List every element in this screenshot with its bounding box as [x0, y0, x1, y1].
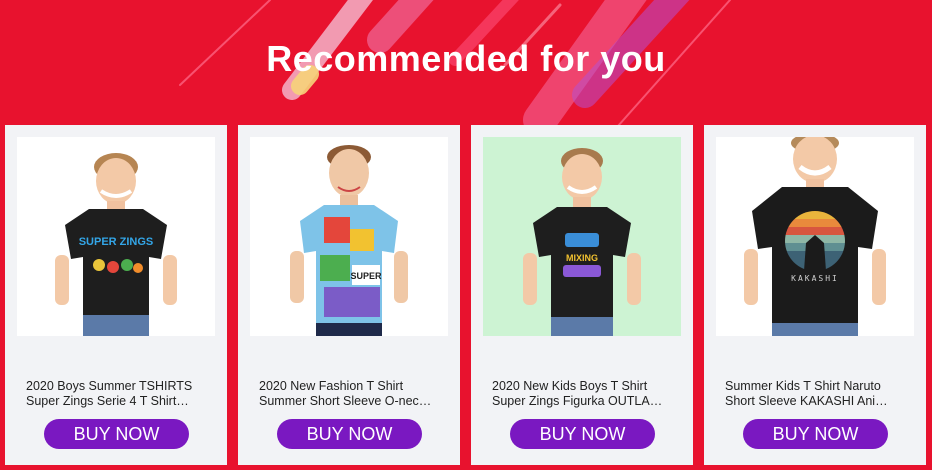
product-image[interactable]: SUPER ZINGS	[17, 137, 215, 336]
product-card[interactable]: SUPER ZINGS 2020 Boys Summer TSHIRTS Sup…	[5, 125, 227, 465]
product-name[interactable]: Summer Kids T Shirt Naruto Short Sleeve …	[725, 379, 910, 409]
boy-black-tshirt-superzings-icon: SUPER ZINGS	[55, 153, 177, 336]
boy-black-tshirt-mixing-icon: MIXING	[523, 148, 641, 336]
boy-black-tshirt-kakashi-icon: KAKASHI	[744, 137, 886, 336]
buy-now-button[interactable]: BUY NOW	[44, 419, 189, 449]
product-card[interactable]: MIXING 2020 New Kids Boys T Shirt Super …	[471, 125, 693, 465]
product-card[interactable]: SUPER 2020 New Fashion T Shirt Summer Sh…	[238, 125, 460, 465]
product-grid: SUPER ZINGS 2020 Boys Summer TSHIRTS Sup…	[5, 125, 927, 465]
boy-printed-tshirt-icon: SUPER	[290, 145, 408, 336]
section-title: Recommended for you	[266, 38, 666, 79]
recommended-banner: Recommended for you SUPER ZINGS 2020 Boy…	[0, 0, 932, 470]
product-image[interactable]: SUPER	[250, 137, 448, 336]
product-image[interactable]: MIXING	[483, 137, 681, 336]
product-name[interactable]: 2020 Boys Summer TSHIRTS Super Zings Ser…	[26, 379, 211, 409]
buy-now-button[interactable]: BUY NOW	[743, 419, 888, 449]
svg-text:SUPER ZINGS: SUPER ZINGS	[79, 236, 154, 248]
buy-now-button[interactable]: BUY NOW	[510, 419, 655, 449]
buy-now-button[interactable]: BUY NOW	[277, 419, 422, 449]
product-image[interactable]: KAKASHI	[716, 137, 914, 336]
product-name[interactable]: 2020 New Fashion T Shirt Summer Short Sl…	[259, 379, 444, 409]
svg-text:KAKASHI: KAKASHI	[791, 274, 839, 283]
product-card[interactable]: KAKASHI Summer Kids T Shirt Naruto Short…	[704, 125, 926, 465]
svg-text:SUPER: SUPER	[350, 271, 382, 281]
product-name[interactable]: 2020 New Kids Boys T Shirt Super Zings F…	[492, 379, 677, 409]
svg-text:MIXING: MIXING	[566, 253, 598, 263]
